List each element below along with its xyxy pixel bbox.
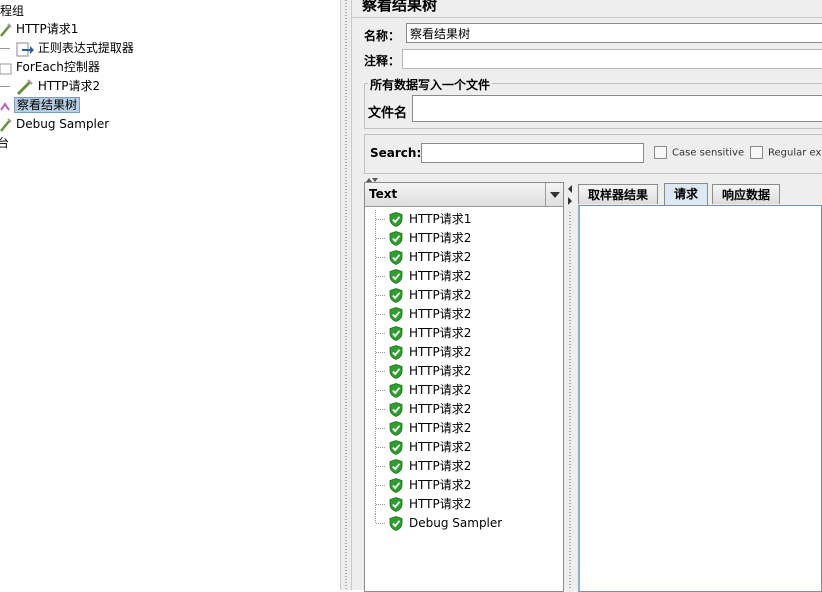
result-row-label: HTTP请求2	[409, 269, 472, 283]
result-row-label: HTTP请求2	[409, 421, 472, 435]
tree-item-label: 线程组	[0, 4, 25, 18]
result-row-label: HTTP请求2	[409, 326, 472, 340]
test-plan-tree: 线程组 HTTP请求1 正则表达式提取器 ForEach控制器 HTTP请求2 …	[0, 0, 340, 590]
result-row-label: Debug Sampler	[409, 516, 503, 530]
name-field[interactable]	[406, 23, 822, 43]
extractor-icon	[16, 42, 34, 56]
sampler-icon	[0, 22, 12, 37]
tree-item-view-results-tree[interactable]: 察看结果树	[0, 96, 81, 114]
tree-item-regex-extractor[interactable]: 正则表达式提取器	[0, 39, 134, 57]
tree-item-label: HTTP请求1	[16, 22, 79, 36]
case-sensitive-label: Case sensitive	[672, 147, 745, 159]
success-shield-icon	[389, 269, 403, 284]
result-row-label: HTTP请求2	[409, 497, 472, 511]
tree-item-label: Debug Sampler	[16, 117, 110, 131]
result-row-label: HTTP请求2	[409, 364, 472, 378]
renderer-select[interactable]: Text	[365, 183, 563, 207]
success-shield-icon	[389, 231, 403, 246]
success-shield-icon	[389, 250, 403, 265]
tab-request[interactable]: 请求	[664, 183, 709, 205]
tree-item-foreach-controller[interactable]: ForEach控制器	[0, 58, 100, 76]
search-label: Search:	[370, 146, 422, 160]
tab-response-data[interactable]: 响应数据	[712, 184, 781, 204]
success-shield-icon	[389, 364, 403, 379]
success-shield-icon	[389, 478, 403, 493]
success-shield-icon	[389, 307, 403, 322]
split-arrows-icon[interactable]	[567, 184, 573, 208]
tree-item-http1[interactable]: HTTP请求1	[0, 20, 78, 38]
regex-label: Regular exp	[768, 147, 822, 159]
tree-item-label: HTTP请求2	[37, 79, 101, 93]
filename-field[interactable]	[412, 95, 822, 122]
results-tree: Text HTTP请求1 HTTP请求2 HTTP请求2 HTTP请求2 HTTP请求2…	[364, 182, 564, 592]
split-pane-divider[interactable]	[340, 0, 352, 590]
tab-content-area[interactable]	[578, 205, 822, 592]
divider-grip	[345, 0, 347, 590]
regex-checkbox[interactable]: Regular exp	[750, 146, 822, 159]
listener-icon	[0, 101, 10, 111]
file-group-label: 所有数据写入一个文件	[368, 76, 493, 93]
tab-sampler-result[interactable]: 取样器结果	[578, 184, 659, 204]
success-shield-icon	[389, 459, 403, 474]
success-shield-icon	[389, 421, 403, 436]
success-shield-icon	[389, 212, 403, 227]
result-row-label: HTTP请求2	[409, 231, 472, 245]
result-row-label: HTTP请求2	[409, 288, 472, 302]
result-row-label: HTTP请求2	[409, 440, 472, 454]
tree-item-label: 台	[0, 136, 10, 150]
name-label: 名称：	[364, 29, 401, 43]
result-row-label: HTTP请求1	[409, 212, 472, 226]
panel-title: 察看结果树	[362, 0, 438, 14]
success-shield-icon	[389, 326, 403, 341]
tree-item-label: 正则表达式提取器	[37, 41, 134, 55]
result-row-label: HTTP请求2	[409, 478, 472, 492]
filename-label: 文件名	[368, 106, 408, 121]
tree-item-label: 察看结果树	[14, 97, 81, 113]
tree-item-debug-sampler[interactable]: Debug Sampler	[0, 115, 109, 133]
result-row-label: HTTP请求2	[409, 459, 472, 473]
case-sensitive-checkbox[interactable]: Case sensitive	[654, 146, 744, 159]
success-shield-icon	[389, 440, 403, 455]
result-detail-tabs: 取样器结果 请求 响应数据	[576, 182, 822, 592]
results-split-divider[interactable]	[565, 182, 575, 592]
result-row-label: HTTP请求2	[409, 250, 472, 264]
result-row-label: HTTP请求2	[409, 383, 472, 397]
success-shield-icon	[389, 383, 403, 398]
comment-field[interactable]	[402, 49, 822, 69]
success-shield-icon	[389, 402, 403, 417]
search-input[interactable]	[421, 143, 644, 163]
controller-icon	[0, 63, 12, 74]
success-shield-icon	[389, 345, 403, 360]
sampler-icon	[0, 117, 12, 132]
tree-item-label: ForEach控制器	[16, 60, 100, 74]
comment-label: 注释：	[364, 54, 401, 68]
sampler-icon	[16, 78, 33, 95]
success-shield-icon	[389, 288, 403, 303]
result-row-label: HTTP请求2	[409, 402, 472, 416]
renderer-select-value: Text	[369, 187, 398, 201]
chevron-down-icon[interactable]	[545, 183, 563, 206]
tree-item-http2[interactable]: HTTP请求2	[0, 77, 100, 95]
tree-item-thread-group[interactable]: 线程组	[0, 2, 24, 20]
result-row-label: HTTP请求2	[409, 307, 472, 321]
success-shield-icon	[389, 516, 403, 531]
tree-item-workbench[interactable]: 台	[0, 134, 9, 152]
success-shield-icon	[389, 497, 403, 512]
result-row-label: HTTP请求2	[409, 345, 472, 359]
